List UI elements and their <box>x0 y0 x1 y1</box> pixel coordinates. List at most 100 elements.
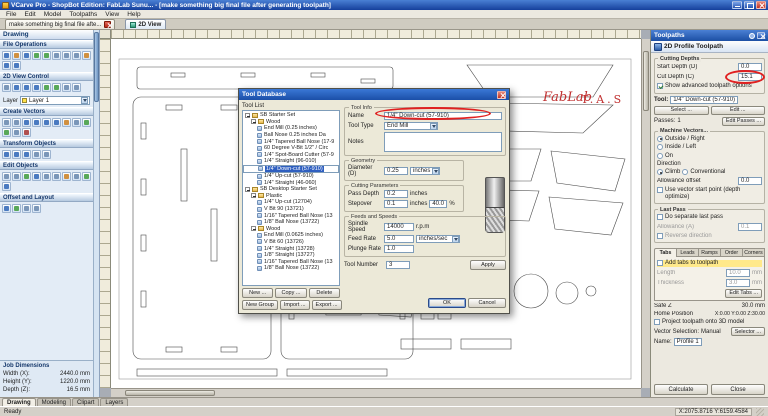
tab-length-input[interactable]: 10.0 <box>726 269 750 277</box>
tree-item[interactable]: Plastic <box>243 193 339 200</box>
climb-radio[interactable] <box>657 169 663 175</box>
draw-rectangle-icon[interactable] <box>42 118 51 127</box>
canvas-vertical-scrollbar[interactable] <box>641 39 650 388</box>
tree-item[interactable]: 1/4" Straight (96-010) <box>243 158 339 165</box>
redo-icon[interactable] <box>12 61 21 70</box>
tree-item[interactable]: V Bit 60 (13726) <box>243 239 339 246</box>
rate-units-select[interactable]: inches/sec <box>416 235 460 243</box>
outside-right-radio[interactable] <box>657 136 663 142</box>
draw-text-icon[interactable] <box>82 118 91 127</box>
scrollbar-thumb[interactable] <box>94 32 99 102</box>
separate-last-pass-checkbox[interactable] <box>657 214 663 220</box>
edit-passes-button[interactable]: Edit Passes ... <box>722 117 765 126</box>
node-edit-icon[interactable] <box>32 172 41 181</box>
menu-view[interactable]: View <box>102 11 122 18</box>
calculate-button[interactable]: Calculate <box>654 384 708 395</box>
cut-depth-input[interactable]: 15.1 <box>738 73 762 81</box>
draw-circle-icon[interactable] <box>22 118 31 127</box>
move-icon[interactable] <box>2 150 11 159</box>
maximize-button[interactable] <box>744 1 754 9</box>
document-tab[interactable]: make something big final file afte... <box>5 19 115 29</box>
tool-name-input[interactable]: 1/4" Down-cut (57-910) <box>384 112 502 120</box>
tree-item[interactable]: 1/16" Tapered Ball Nose (13 <box>243 212 339 219</box>
import-button[interactable]: Import ... <box>280 300 310 310</box>
tool-number-input[interactable]: 3 <box>386 261 410 269</box>
array-copy-icon[interactable] <box>22 204 31 213</box>
weld-icon[interactable] <box>82 172 91 181</box>
tree-item[interactable]: 1/4" Up-cut (12704) <box>243 199 339 206</box>
pass-depth-input[interactable]: 0.2 <box>384 190 408 198</box>
group-icon[interactable] <box>2 172 11 181</box>
project-toolpath-checkbox[interactable] <box>654 319 660 325</box>
rotate-icon[interactable] <box>12 150 21 159</box>
delete-tool-button[interactable]: Delete <box>309 288 340 298</box>
scrollbar-thumb[interactable] <box>125 390 215 396</box>
feed-rate-input[interactable]: 5.0 <box>384 235 414 243</box>
plunge-rate-input[interactable]: 1.0 <box>384 245 414 253</box>
advanced-options-checkbox[interactable] <box>657 83 663 89</box>
collapse-icon[interactable] <box>251 226 256 231</box>
scrollbar-thumb[interactable] <box>643 51 649 111</box>
diameter-units-select[interactable]: inches <box>410 167 440 175</box>
tab-drawing[interactable]: Drawing <box>2 398 36 406</box>
snap-toggle-icon[interactable] <box>72 83 81 92</box>
tree-item[interactable]: Wood <box>243 226 339 233</box>
copy-icon[interactable] <box>72 51 81 60</box>
chevron-down-icon[interactable] <box>432 168 439 175</box>
chevron-down-icon[interactable] <box>81 97 88 104</box>
zoom-in-icon[interactable] <box>12 83 21 92</box>
new-file-icon[interactable] <box>2 51 11 60</box>
tab-layers[interactable]: Layers <box>100 398 128 406</box>
tree-item[interactable]: Ball Nose 0.25 inches Da <box>243 132 339 139</box>
tree-item[interactable]: End Mill (0.0625 inches) <box>243 232 339 239</box>
zoom-out-icon[interactable] <box>22 83 31 92</box>
layer-select[interactable]: Layer 1 <box>20 96 90 105</box>
canvas-horizontal-scrollbar[interactable] <box>111 388 641 397</box>
cancel-button[interactable]: Cancel <box>468 298 506 308</box>
tab-tabs[interactable]: Tabs <box>654 248 677 257</box>
tool-type-select[interactable]: End Mill <box>384 122 438 130</box>
edit-tabs-button[interactable]: Edit Tabs ... <box>725 289 762 298</box>
grid-toggle-icon[interactable] <box>62 83 71 92</box>
tab-order[interactable]: Order <box>721 248 743 257</box>
tab-leads[interactable]: Leads <box>677 248 699 257</box>
draw-curve-icon[interactable] <box>72 118 81 127</box>
tree-item[interactable]: V Bit 90 (13721) <box>243 206 339 213</box>
new-tool-button[interactable]: New ... <box>242 288 273 298</box>
snap-settings-icon[interactable] <box>22 128 31 137</box>
fillet-icon[interactable] <box>62 172 71 181</box>
start-depth-input[interactable]: 0.0 <box>738 63 762 71</box>
document-close-button[interactable] <box>104 21 111 28</box>
array-icon[interactable] <box>2 182 11 191</box>
spindle-speed-input[interactable]: 14000 <box>384 223 414 231</box>
mirror-icon[interactable] <box>32 150 41 159</box>
collapse-icon[interactable] <box>245 113 250 118</box>
resize-grip[interactable] <box>756 408 764 416</box>
dimension-icon[interactable] <box>12 128 21 137</box>
tool-select-button[interactable]: Select ... <box>654 106 709 115</box>
vector-start-point-checkbox[interactable] <box>657 187 663 193</box>
tree-item[interactable]: 1/8" Ball Nose (13722) <box>243 219 339 226</box>
tab-ramps[interactable]: Ramps <box>699 248 721 257</box>
inside-left-radio[interactable] <box>657 144 663 150</box>
tree-item[interactable]: SB Starter Set <box>243 112 339 119</box>
collapse-icon[interactable] <box>245 187 250 192</box>
last-pass-allowance-input[interactable]: 0.1 <box>738 223 762 231</box>
dialog-title-bar[interactable]: Tool Database <box>239 89 509 100</box>
chevron-down-icon[interactable] <box>452 236 459 243</box>
stepover-percent-input[interactable]: 40.0 <box>429 200 447 208</box>
tree-item-selected[interactable]: 1/4" Down-cut (57-910) <box>243 165 339 173</box>
selector-button[interactable]: Selector ... <box>731 327 765 336</box>
on-radio[interactable] <box>657 153 663 159</box>
view-tab-2d[interactable]: 2D View <box>125 19 166 29</box>
trim-icon[interactable] <box>42 172 51 181</box>
panel-close-button[interactable] <box>757 32 765 39</box>
panel-close-action-button[interactable]: Close <box>711 384 765 395</box>
print-icon[interactable] <box>52 51 61 60</box>
tab-modeling[interactable]: Modeling <box>37 398 71 406</box>
dialog-close-button[interactable] <box>497 91 506 99</box>
chevron-down-icon[interactable] <box>430 123 437 130</box>
ok-button[interactable]: OK <box>428 298 466 308</box>
tree-item[interactable]: 1/4" Spot-Board Cutter (57-9 <box>243 152 339 159</box>
menu-edit[interactable]: Edit <box>21 11 38 18</box>
